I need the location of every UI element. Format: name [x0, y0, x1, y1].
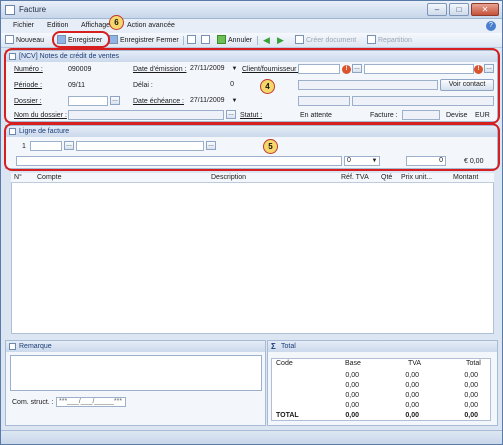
new-label: Nouveau — [16, 37, 45, 44]
callout-6: 6 — [109, 15, 124, 30]
maximize-button[interactable]: □ — [449, 3, 469, 16]
sigma-icon: Σ — [271, 342, 276, 351]
totals-row-1-total: 0,00 — [464, 372, 478, 379]
title-bar: Facture – □ ✕ — [1, 1, 502, 19]
printer-icon — [187, 35, 196, 44]
print-preview-icon — [201, 35, 210, 44]
column-compte[interactable]: Compte — [37, 174, 62, 181]
new-document-icon — [5, 35, 14, 44]
totals-row-4-total: 0,00 — [464, 402, 478, 409]
save-close-icon — [109, 35, 118, 44]
remark-panel-title: Remarque — [19, 343, 52, 350]
totals-total-base: 0,00 — [345, 412, 359, 419]
totals-table: Code Base TVA Total 0,00 0,00 0,00 0,00 … — [271, 358, 491, 421]
note-icon — [9, 343, 16, 350]
total-panel-title: Total — [281, 343, 296, 350]
annotation-ring-line — [4, 123, 500, 171]
totals-row-4-tva: 0,00 — [405, 402, 419, 409]
totals-row-3-tva: 0,00 — [405, 392, 419, 399]
comm-struct-input[interactable]: ***___/___/_____*** — [56, 397, 126, 407]
document-icon — [295, 35, 304, 44]
repartition-icon — [367, 35, 376, 44]
menu-action-avancee[interactable]: Action avancée — [127, 22, 175, 29]
totals-row-1-tva: 0,00 — [405, 372, 419, 379]
column-ref-tva[interactable]: Réf. TVA — [341, 174, 369, 181]
minimize-button[interactable]: – — [427, 3, 447, 16]
window-title: Facture — [19, 5, 47, 14]
totals-total-label: TOTAL — [276, 412, 299, 419]
totals-row-2-base: 0,00 — [345, 382, 359, 389]
totals-row-2-total: 0,00 — [464, 382, 478, 389]
callout-4: 4 — [260, 79, 275, 94]
column-qte[interactable]: Qté — [381, 174, 392, 181]
column-montant[interactable]: Montant — [453, 174, 478, 181]
close-button[interactable]: ✕ — [471, 3, 499, 16]
repartition-label: Repartition — [378, 37, 412, 44]
invoice-lines-grid-header: N° Compte Description Réf. TVA Qté Prix … — [11, 173, 494, 183]
totals-header-base: Base — [345, 360, 361, 367]
save-close-button[interactable]: Enregistrer Fermer — [109, 35, 179, 46]
save-close-label: Enregistrer Fermer — [120, 37, 179, 44]
total-panel-header: Σ Total — [268, 341, 497, 352]
status-bar — [1, 430, 502, 444]
cancel-label: Annuler — [228, 37, 253, 44]
totals-row-1-base: 0,00 — [345, 372, 359, 379]
menu-fichier[interactable]: Fichier — [13, 22, 34, 29]
next-arrow-icon[interactable]: ▶ — [277, 35, 284, 46]
annotation-ring-header — [4, 48, 500, 124]
repartition-button[interactable]: Repartition — [367, 35, 412, 46]
totals-header-code: Code — [276, 360, 293, 367]
totals-header-total: Total — [466, 360, 481, 367]
remark-panel-header: Remarque — [6, 341, 265, 352]
print-preview-button[interactable] — [201, 35, 212, 46]
invoice-lines-grid[interactable] — [11, 183, 494, 334]
column-number[interactable]: N° — [14, 174, 22, 181]
totals-row-4-base: 0,00 — [345, 402, 359, 409]
totals-total-total: 0,00 — [464, 412, 478, 419]
undo-icon — [217, 35, 226, 44]
callout-5: 5 — [263, 139, 278, 154]
help-icon[interactable]: ? — [486, 21, 496, 31]
new-button[interactable]: Nouveau — [5, 35, 44, 46]
invoice-window: Facture – □ ✕ Fichier Edition Affichage … — [0, 0, 503, 445]
create-document-button[interactable]: Créer document — [295, 35, 356, 46]
remark-panel: Remarque Com. struct. : ***___/___/_____… — [5, 340, 266, 426]
previous-arrow-icon[interactable]: ◀ — [263, 35, 270, 46]
totals-row-3-base: 0,00 — [345, 392, 359, 399]
toolbar-separator — [257, 36, 258, 45]
menu-affichage[interactable]: Affichage — [81, 22, 110, 29]
window-icon — [5, 5, 15, 15]
totals-row-2-tva: 0,00 — [405, 382, 419, 389]
menu-edition[interactable]: Edition — [47, 22, 68, 29]
column-prix-unitaire[interactable]: Prix unit... — [401, 174, 432, 181]
print-button[interactable] — [187, 35, 198, 46]
column-description[interactable]: Description — [211, 174, 246, 181]
comm-struct-label: Com. struct. : — [12, 399, 54, 406]
toolbar-separator — [183, 36, 184, 45]
create-document-label: Créer document — [306, 37, 357, 44]
totals-row-3-total: 0,00 — [464, 392, 478, 399]
remark-textarea[interactable] — [10, 355, 262, 391]
annotation-ring-save — [52, 31, 110, 48]
totals-total-tva: 0,00 — [405, 412, 419, 419]
cancel-button[interactable]: Annuler — [217, 35, 252, 46]
totals-header-tva: TVA — [408, 360, 422, 367]
